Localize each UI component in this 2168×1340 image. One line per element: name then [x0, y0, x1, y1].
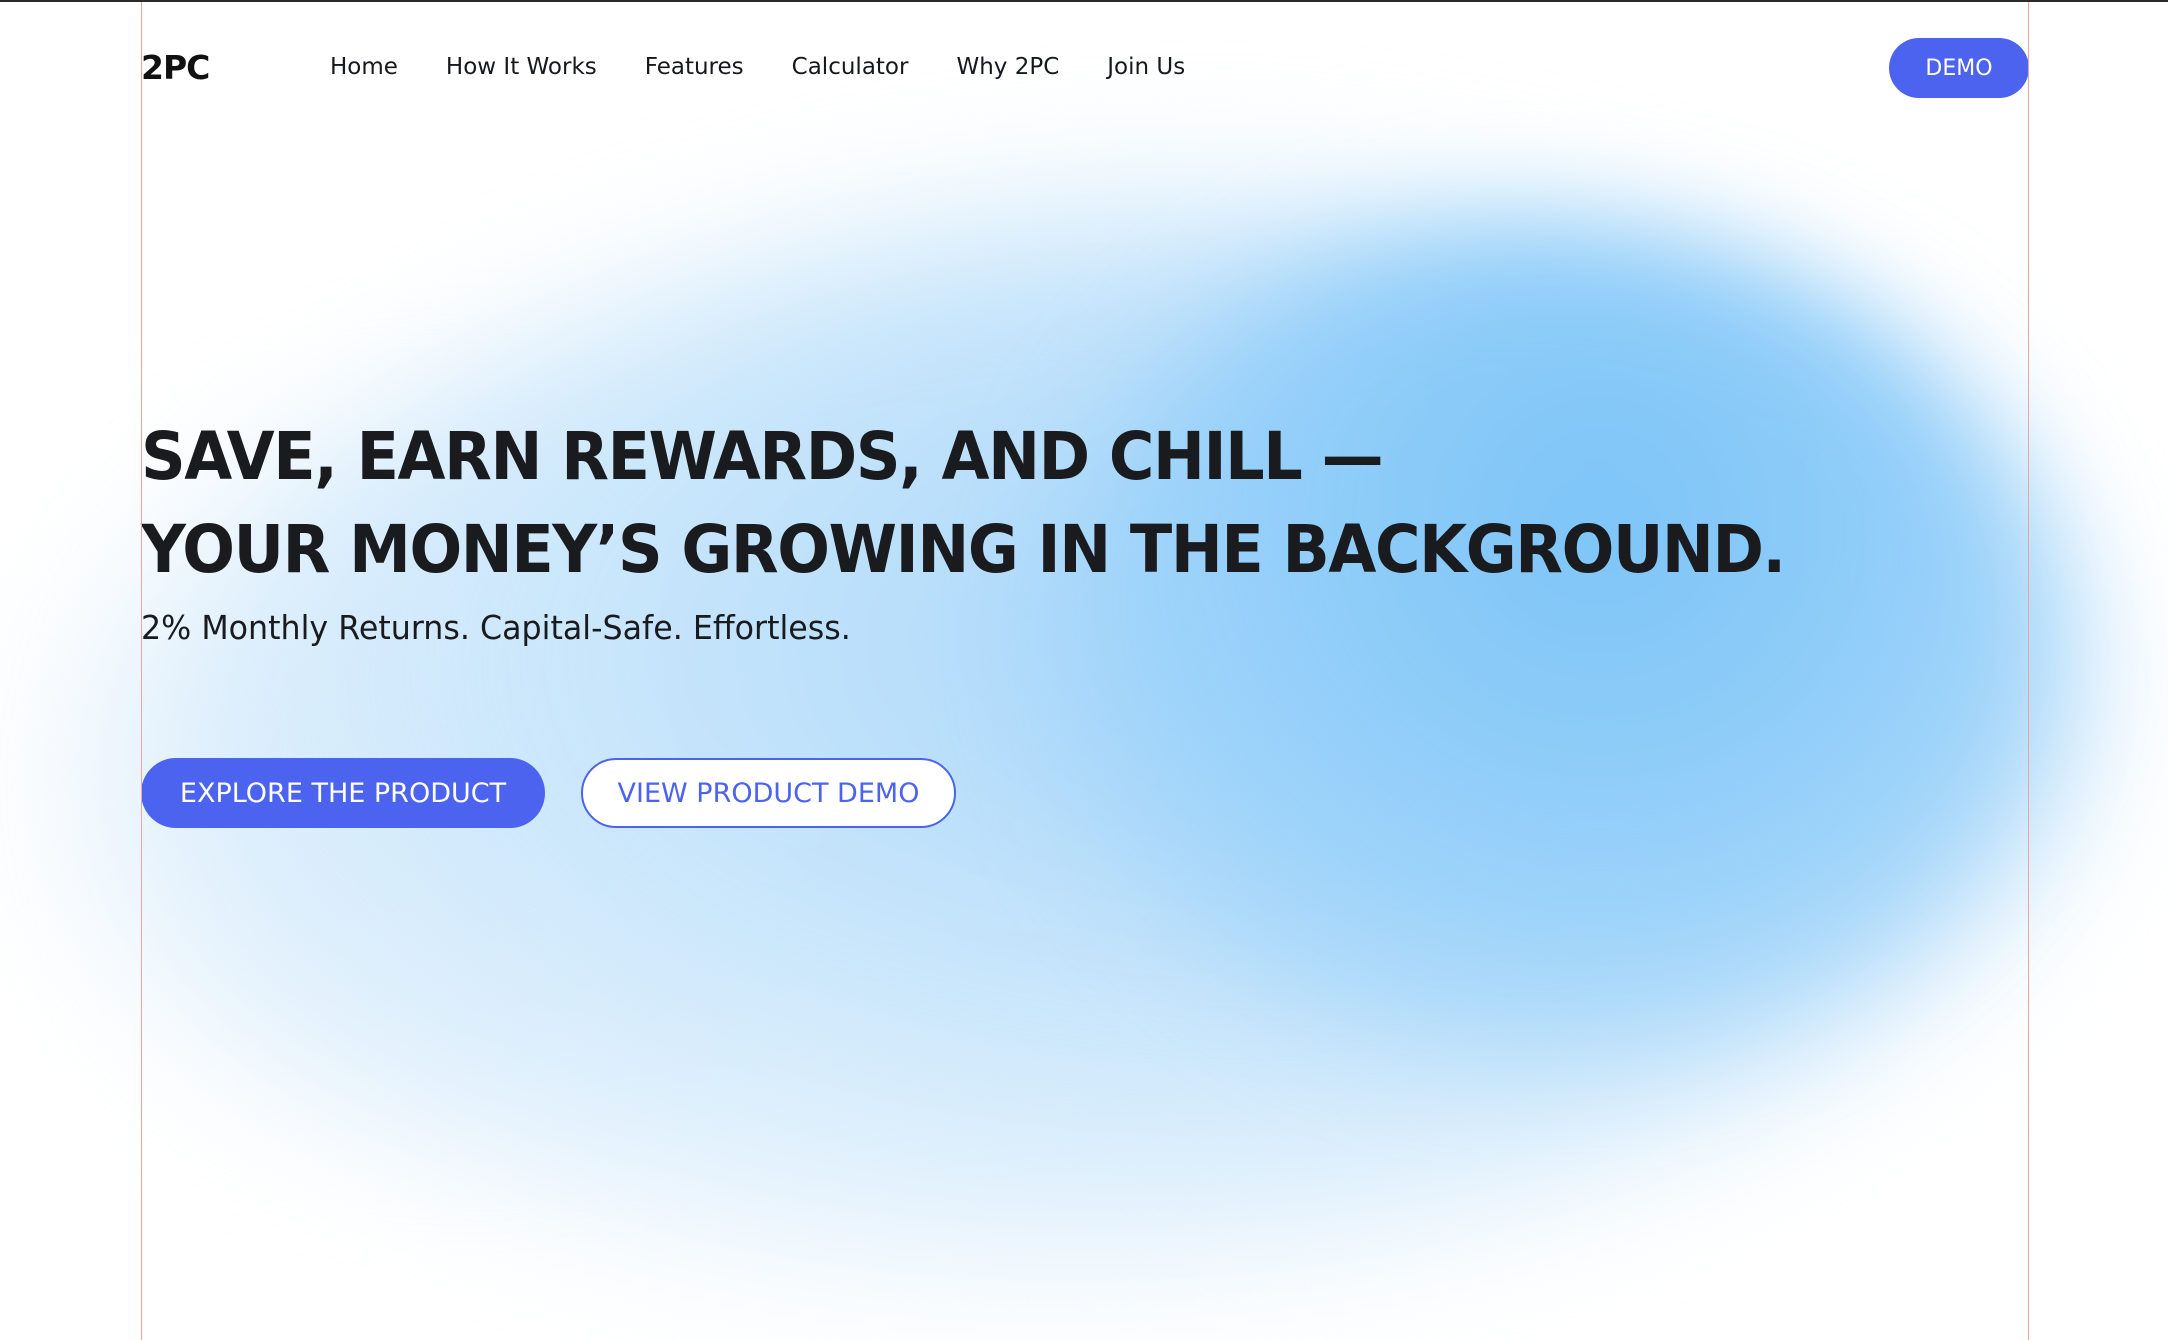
nav-item-calculator[interactable]: Calculator [792, 54, 909, 80]
nav-item-home[interactable]: Home [330, 54, 398, 80]
nav-item-how-it-works[interactable]: How It Works [446, 54, 597, 80]
hero-headline-line-1: SAVE, EARN REWARDS, AND CHILL — [141, 418, 1384, 495]
nav-item-features[interactable]: Features [645, 54, 744, 80]
hero-section: SAVE, EARN REWARDS, AND CHILL — YOUR MON… [141, 410, 1941, 828]
demo-button[interactable]: DEMO [1889, 38, 2029, 98]
hero-headline: SAVE, EARN REWARDS, AND CHILL — YOUR MON… [141, 410, 1833, 596]
view-product-demo-button[interactable]: VIEW PRODUCT DEMO [581, 758, 956, 828]
layout-guide-right [2028, 0, 2029, 1340]
hero-subheadline: 2% Monthly Returns. Capital-Safe. Effort… [141, 608, 851, 647]
layout-guide-left [141, 0, 142, 1340]
hero-background-glow [0, 0, 2168, 1340]
site-header: 2PC Home How It Works Features Calculato… [141, 38, 2029, 98]
nav-item-join-us[interactable]: Join Us [1107, 54, 1185, 80]
nav-item-why-2pc[interactable]: Why 2PC [956, 54, 1059, 80]
hero-headline-line-2: YOUR MONEY’S GROWING IN THE BACKGROUND. [141, 511, 1786, 588]
top-border-line [0, 0, 2168, 2]
hero-cta-group: EXPLORE THE PRODUCT VIEW PRODUCT DEMO [141, 758, 956, 828]
main-nav: Home How It Works Features Calculator Wh… [330, 54, 1233, 80]
brand-logo[interactable]: 2PC [141, 48, 210, 87]
explore-product-button[interactable]: EXPLORE THE PRODUCT [141, 758, 545, 828]
